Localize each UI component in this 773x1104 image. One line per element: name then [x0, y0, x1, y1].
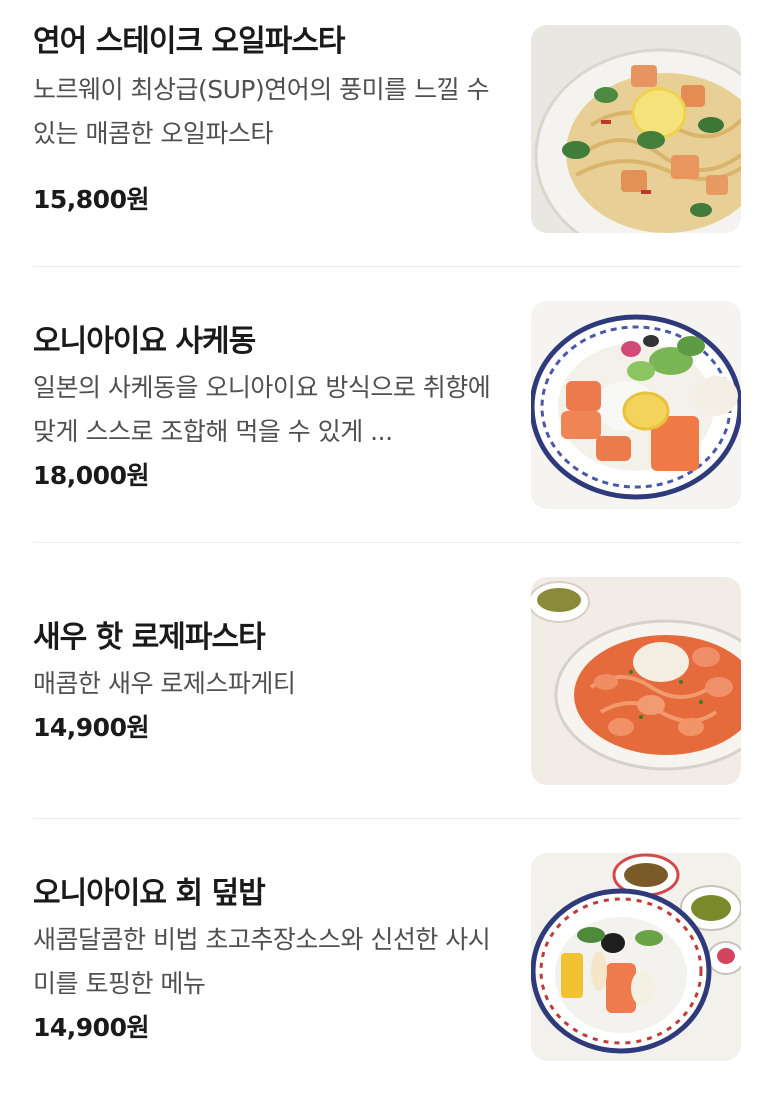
menu-item-photo[interactable]: [531, 577, 741, 785]
menu-divider: [33, 266, 741, 267]
menu-item-name: 새우 핫 로제파스타: [33, 620, 266, 655]
menu-item-name: 오니아이요 회 덮밥: [33, 876, 266, 911]
menu-item-description: 노르웨이 최상급(SUP)연어의 풍미를 느낄 수 있는 매콤한 오일파스타: [33, 75, 490, 148]
shrimp-rose-pasta-photo: [531, 577, 741, 785]
menu-item-description: 새콤달콤한 비법 초고추장소스와 신선한 사시미를 토핑한 메뉴: [33, 925, 491, 998]
menu-list: 연어 스테이크 오일파스타 노르웨이 최상급(SUP)연어의 풍미를 느낄 수 …: [0, 0, 773, 1088]
menu-divider: [33, 818, 741, 819]
menu-item-onaiyo-hoe-deopbap[interactable]: 오니아이요 회 덮밥 새콤달콤한 비법 초고추장소스와 신선한 사시미를 토핑한…: [0, 828, 773, 1104]
menu-item-photo[interactable]: [531, 301, 741, 509]
salmon-rice-bowl-photo: [531, 301, 741, 509]
menu-item-name: 오니아이요 사케동: [33, 324, 256, 359]
menu-item-description: 일본의 사케동을 오니아이요 방식으로 취향에 맞게 스스로 조합해 먹을 수 …: [33, 373, 491, 446]
menu-divider: [33, 542, 741, 543]
sashimi-rice-bowl-photo: [531, 853, 741, 1061]
menu-item-name: 연어 스테이크 오일파스타: [33, 24, 345, 59]
menu-item-price: 14,900원: [33, 1013, 149, 1042]
salmon-steak-oil-pasta-photo: [531, 25, 741, 233]
menu-item-onaiyo-sakedong[interactable]: 오니아이요 사케동 일본의 사케동을 오니아이요 방식으로 취향에 맞게 스스로…: [0, 276, 773, 552]
menu-item-price: 15,800원: [33, 185, 149, 214]
menu-item-photo[interactable]: [531, 853, 741, 1061]
menu-item-salmon-steak-oil-pasta[interactable]: 연어 스테이크 오일파스타 노르웨이 최상급(SUP)연어의 풍미를 느낄 수 …: [0, 0, 773, 276]
menu-item-description: 매콤한 새우 로제스파게티: [33, 669, 296, 698]
menu-item-photo[interactable]: [531, 25, 741, 233]
menu-item-shrimp-hot-rose-pasta[interactable]: 새우 핫 로제파스타 매콤한 새우 로제스파게티 14,900원: [0, 552, 773, 828]
menu-item-price: 14,900원: [33, 713, 149, 742]
menu-item-price: 18,000원: [33, 461, 149, 490]
